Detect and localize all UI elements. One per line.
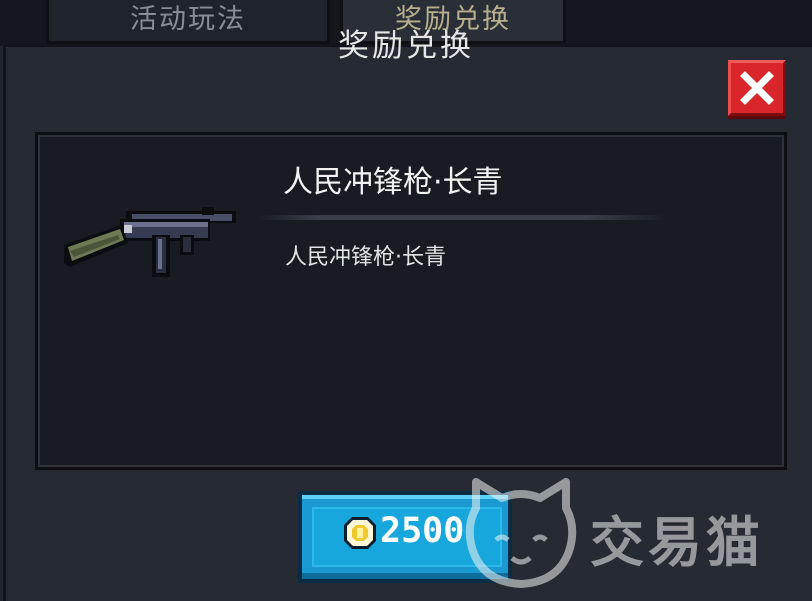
item-detail-box: 人民冲锋枪·长青 人民冲锋枪·长青	[35, 132, 787, 470]
submachine-gun-icon	[64, 207, 236, 277]
item-description: 人民冲锋枪·长青	[285, 245, 446, 270]
gem-coin-icon	[344, 517, 376, 549]
price-label: 2500	[380, 511, 465, 551]
cat-logo-icon	[465, 478, 577, 588]
item-name: 人民冲锋枪·长青	[283, 165, 503, 200]
close-button[interactable]	[728, 60, 786, 116]
game-screen: 活动玩法 奖励兑换 奖励兑换 人民冲锋枪·长青 人民冲锋枪·长青 2500 交易…	[0, 0, 812, 601]
watermark-text: 交易猫	[590, 511, 764, 574]
watermark: 交易猫	[462, 478, 802, 588]
divider	[258, 215, 668, 220]
dialog-title: 奖励兑换	[338, 28, 474, 64]
close-icon	[740, 71, 774, 105]
